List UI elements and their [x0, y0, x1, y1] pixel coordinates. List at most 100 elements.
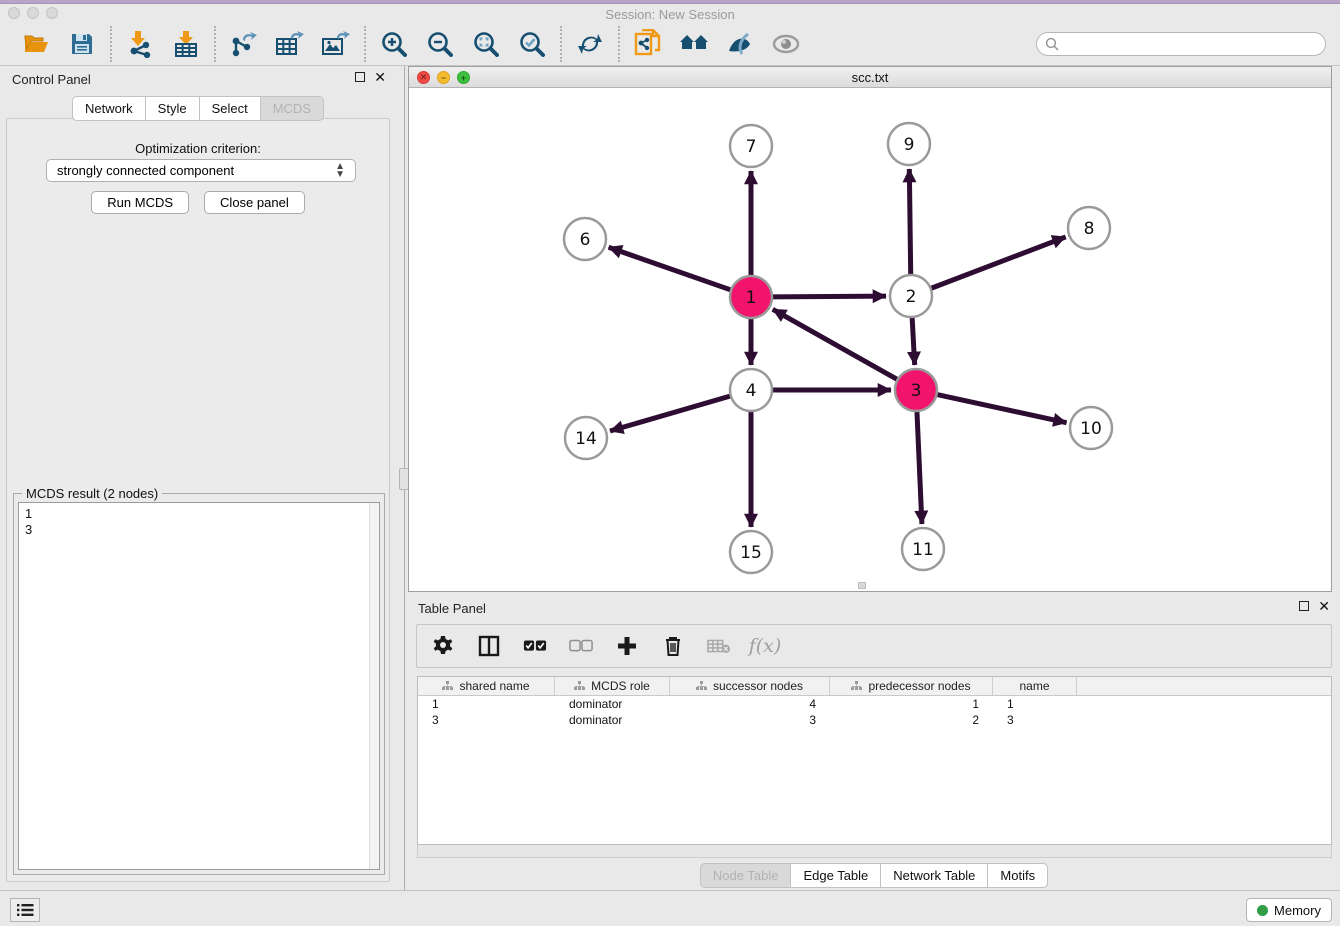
tab-style[interactable]: Style — [145, 96, 199, 121]
network-window-titlebar[interactable]: ✕ − + scc.txt — [409, 67, 1331, 88]
table-horizontal-scrollbar[interactable] — [417, 845, 1332, 858]
zoom-in-icon[interactable] — [379, 29, 409, 59]
function-builder-icon[interactable]: f(x) — [753, 634, 777, 658]
table-row[interactable]: 1dominator411 — [418, 696, 1331, 712]
import-table-icon[interactable] — [171, 29, 201, 59]
create-column-icon[interactable] — [615, 634, 639, 658]
table-cell[interactable]: 3 — [670, 712, 830, 728]
edge-1-6[interactable] — [609, 247, 732, 290]
node-label-15: 15 — [740, 543, 762, 563]
table-cell[interactable]: 3 — [993, 712, 1077, 728]
node-label-4: 4 — [746, 381, 757, 401]
column-header-predecessor-nodes[interactable]: predecessor nodes — [830, 677, 993, 695]
tab-mcds[interactable]: MCDS — [260, 96, 324, 121]
hierarchy-home-icon[interactable] — [679, 29, 709, 59]
canvas-resize-grip[interactable] — [858, 582, 866, 589]
close-table-panel-icon[interactable]: ✕ — [1318, 601, 1330, 611]
control-panel-tabs: NetworkStyleSelectMCDS — [0, 96, 396, 121]
table-body: 1dominator4113dominator323 — [418, 696, 1331, 728]
hide-graphics-details-icon[interactable] — [725, 29, 755, 59]
network-view-window: ✕ − + scc.txt 7968124314101511 — [408, 66, 1332, 592]
memory-label: Memory — [1274, 903, 1321, 918]
column-header-name[interactable]: name — [993, 677, 1077, 695]
delete-table-icon[interactable] — [707, 634, 731, 658]
tab-edge-table[interactable]: Edge Table — [790, 863, 880, 888]
export-table-icon[interactable] — [275, 29, 305, 59]
select-all-columns-icon[interactable] — [523, 634, 547, 658]
edge-3-1[interactable] — [773, 309, 898, 379]
tab-motifs[interactable]: Motifs — [987, 863, 1048, 888]
table-cell[interactable]: 1 — [993, 696, 1077, 712]
close-panel-icon[interactable]: ✕ — [374, 72, 386, 82]
task-history-button[interactable] — [10, 898, 40, 922]
edge-2-8[interactable] — [931, 237, 1066, 289]
export-image-icon[interactable] — [321, 29, 351, 59]
column-header-MCDS-role[interactable]: MCDS role — [555, 677, 670, 695]
edge-3-11[interactable] — [917, 411, 922, 524]
edge-4-14[interactable] — [610, 396, 731, 431]
search-box[interactable] — [1036, 32, 1326, 56]
optimization-criterion-label: Optimization criterion: — [7, 141, 389, 156]
optimization-criterion-select[interactable]: strongly connected component ▲▼ — [46, 159, 356, 182]
column-header-successor-nodes[interactable]: successor nodes — [670, 677, 830, 695]
memory-button[interactable]: Memory — [1246, 898, 1332, 922]
status-bar: Memory — [0, 890, 1340, 926]
run-mcds-button[interactable]: Run MCDS — [91, 191, 189, 214]
table-toolbar: f(x) — [416, 624, 1332, 668]
control-panel-header: Control Panel ✕ — [0, 66, 396, 94]
control-panel: Control Panel ✕ NetworkStyleSelectMCDS O… — [0, 66, 396, 890]
table-cell[interactable]: 1 — [830, 696, 993, 712]
zoom-fit-icon[interactable] — [471, 29, 501, 59]
list-icon — [16, 903, 34, 917]
save-session-icon[interactable] — [67, 29, 97, 59]
table-options-icon[interactable] — [431, 634, 455, 658]
dropdown-stepper-icon: ▲▼ — [335, 163, 345, 179]
zoom-out-icon[interactable] — [425, 29, 455, 59]
show-graphics-details-icon[interactable] — [771, 29, 801, 59]
table-panel: Table Panel ✕ f(x) shared nameMCDS ro — [408, 595, 1340, 890]
zoom-selected-icon[interactable] — [517, 29, 547, 59]
dropdown-selected-value: strongly connected component — [57, 163, 335, 178]
network-canvas[interactable]: 7968124314101511 — [409, 88, 1331, 591]
close-panel-button[interactable]: Close panel — [204, 191, 305, 214]
network-window-title: scc.txt — [409, 70, 1331, 85]
delete-columns-icon[interactable] — [661, 634, 685, 658]
mcds-result-title: MCDS result (2 nodes) — [22, 486, 162, 501]
unselect-all-columns-icon[interactable] — [569, 634, 593, 658]
table-cell[interactable]: 4 — [670, 696, 830, 712]
clone-network-icon[interactable] — [633, 29, 663, 59]
search-input[interactable] — [1065, 36, 1317, 51]
show-column-panel-icon[interactable] — [477, 634, 501, 658]
mcds-result-box: MCDS result (2 nodes) 13 — [13, 493, 385, 875]
search-area — [1036, 32, 1326, 56]
edge-1-2[interactable] — [772, 296, 886, 297]
tab-network-table[interactable]: Network Table — [880, 863, 987, 888]
table-cell[interactable]: 2 — [830, 712, 993, 728]
result-line: 1 — [25, 506, 373, 522]
result-scrollbar[interactable] — [369, 503, 379, 869]
edge-2-9[interactable] — [909, 169, 910, 275]
float-table-panel-icon[interactable] — [1299, 601, 1309, 611]
table-tabs: Node TableEdge TableNetwork TableMotifs — [408, 863, 1340, 888]
table-cell[interactable]: 3 — [418, 712, 555, 728]
node-label-6: 6 — [580, 230, 591, 250]
import-network-icon[interactable] — [125, 29, 155, 59]
mcds-result-text[interactable]: 13 — [18, 502, 380, 870]
table-row[interactable]: 3dominator323 — [418, 712, 1331, 728]
table-cell[interactable]: dominator — [555, 696, 670, 712]
tab-node-table[interactable]: Node Table — [700, 863, 791, 888]
window-title: Session: New Session — [0, 7, 1340, 22]
apply-layout-icon[interactable] — [575, 29, 605, 59]
table-cell[interactable]: dominator — [555, 712, 670, 728]
export-network-icon[interactable] — [229, 29, 259, 59]
float-panel-icon[interactable] — [355, 72, 365, 82]
table-cell[interactable]: 1 — [418, 696, 555, 712]
tab-network[interactable]: Network — [72, 96, 145, 121]
edge-2-3[interactable] — [912, 317, 915, 365]
column-header-shared-name[interactable]: shared name — [418, 677, 555, 695]
search-icon — [1045, 37, 1059, 51]
table-panel-title: Table Panel — [418, 601, 486, 616]
edge-3-10[interactable] — [937, 394, 1067, 422]
open-session-icon[interactable] — [21, 29, 51, 59]
tab-select[interactable]: Select — [199, 96, 260, 121]
